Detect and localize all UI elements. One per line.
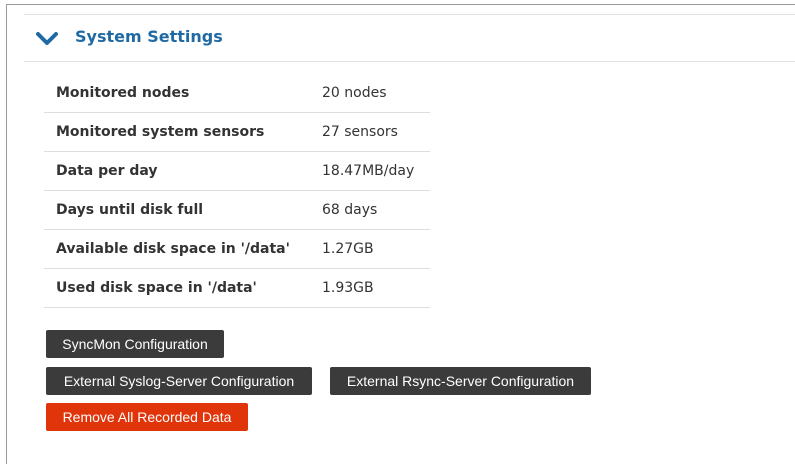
- stat-value: 20 nodes: [322, 85, 387, 101]
- stat-value: 1.93GB: [322, 280, 374, 296]
- system-settings-header[interactable]: System Settings: [24, 15, 795, 62]
- stat-label: Used disk space in '/data': [56, 280, 257, 296]
- stat-value: 27 sensors: [322, 124, 398, 140]
- syslog-server-configuration-button[interactable]: External Syslog-Server Configuration: [46, 367, 312, 395]
- stats-table: Monitored nodes 20 nodes Monitored syste…: [44, 74, 430, 308]
- stat-label: Data per day: [56, 163, 158, 179]
- stat-label: Monitored system sensors: [56, 124, 265, 140]
- remove-all-recorded-data-button[interactable]: Remove All Recorded Data: [46, 403, 248, 431]
- stat-value: 18.47MB/day: [322, 163, 415, 179]
- stat-row-monitored-sensors: Monitored system sensors 27 sensors: [44, 113, 430, 152]
- stat-row-data-per-day: Data per day 18.47MB/day: [44, 152, 430, 191]
- syncmon-configuration-button[interactable]: SyncMon Configuration: [46, 330, 224, 358]
- stat-row-available-disk: Available disk space in '/data' 1.27GB: [44, 230, 430, 269]
- stat-row-monitored-nodes: Monitored nodes 20 nodes: [44, 74, 430, 113]
- panel-title: System Settings: [75, 27, 223, 46]
- rsync-server-configuration-button[interactable]: External Rsync-Server Configuration: [330, 367, 591, 395]
- stat-value: 1.27GB: [322, 241, 374, 257]
- stat-value: 68 days: [322, 202, 378, 218]
- stat-label: Available disk space in '/data': [56, 241, 290, 257]
- stat-label: Days until disk full: [56, 202, 204, 218]
- stat-label: Monitored nodes: [56, 85, 190, 101]
- stat-row-days-until-full: Days until disk full 68 days: [44, 191, 430, 230]
- chevron-down-icon[interactable]: [36, 32, 58, 46]
- stat-row-used-disk: Used disk space in '/data' 1.93GB: [44, 269, 430, 308]
